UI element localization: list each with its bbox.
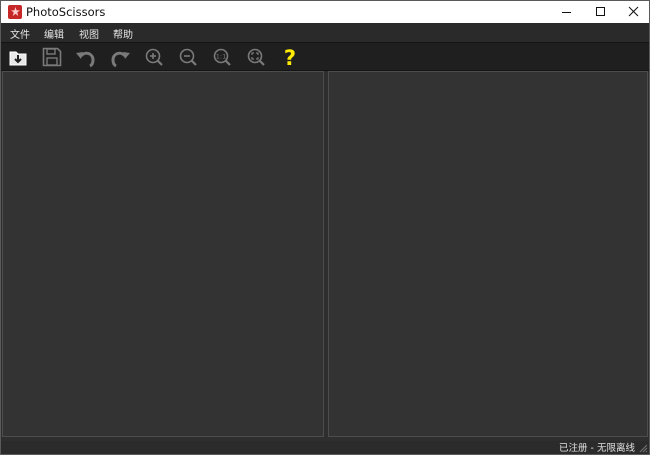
menu-bar: 文件 编辑 视图 帮助 <box>1 23 649 42</box>
maximize-button[interactable] <box>584 1 617 23</box>
help-label: ? <box>284 46 296 70</box>
redo-button[interactable] <box>107 44 133 70</box>
toolbar: 1:1 ? <box>1 42 649 71</box>
status-bar: 已注册 - 无限离线 <box>1 441 649 454</box>
zoom-actual-size-label: 1:1 <box>216 53 226 61</box>
zoom-fit-icon <box>247 48 265 66</box>
help-button[interactable]: ? <box>277 44 303 70</box>
save-icon <box>42 47 62 67</box>
menu-view[interactable]: 视图 <box>79 26 99 41</box>
redo-icon <box>111 51 130 68</box>
menu-help[interactable]: 帮助 <box>113 26 133 41</box>
close-button[interactable] <box>617 1 649 23</box>
result-image-pane[interactable] <box>328 71 648 437</box>
maximize-icon <box>596 7 605 16</box>
app-window: PhotoScissors 文件 编辑 视图 帮助 1:1 ? 已注册 - 无限… <box>0 0 650 455</box>
zoom-in-icon <box>145 48 163 66</box>
save-button[interactable] <box>39 44 65 70</box>
close-icon <box>628 6 639 17</box>
menu-file[interactable]: 文件 <box>10 26 30 41</box>
zoom-out-icon <box>179 48 197 66</box>
minimize-icon <box>562 12 571 13</box>
zoom-out-button[interactable] <box>175 44 201 70</box>
open-button[interactable] <box>5 44 31 70</box>
source-image-pane[interactable] <box>2 71 324 437</box>
resize-grip-icon[interactable] <box>639 444 648 453</box>
minimize-button[interactable] <box>550 1 583 23</box>
app-logo-icon <box>8 5 22 19</box>
undo-icon <box>76 51 95 68</box>
help-icon: ? <box>284 46 296 70</box>
menu-edit[interactable]: 编辑 <box>44 26 64 41</box>
title-bar[interactable]: PhotoScissors <box>1 1 649 23</box>
zoom-actual-size-button[interactable]: 1:1 <box>209 44 235 70</box>
zoom-fit-button[interactable] <box>243 44 269 70</box>
registration-status: 已注册 - 无限离线 <box>559 443 635 454</box>
zoom-in-button[interactable] <box>141 44 167 70</box>
undo-button[interactable] <box>73 44 99 70</box>
workspace <box>1 71 649 441</box>
zoom-actual-size-icon: 1:1 <box>213 48 231 66</box>
window-title: PhotoScissors <box>26 5 106 19</box>
open-image-icon <box>9 51 27 66</box>
